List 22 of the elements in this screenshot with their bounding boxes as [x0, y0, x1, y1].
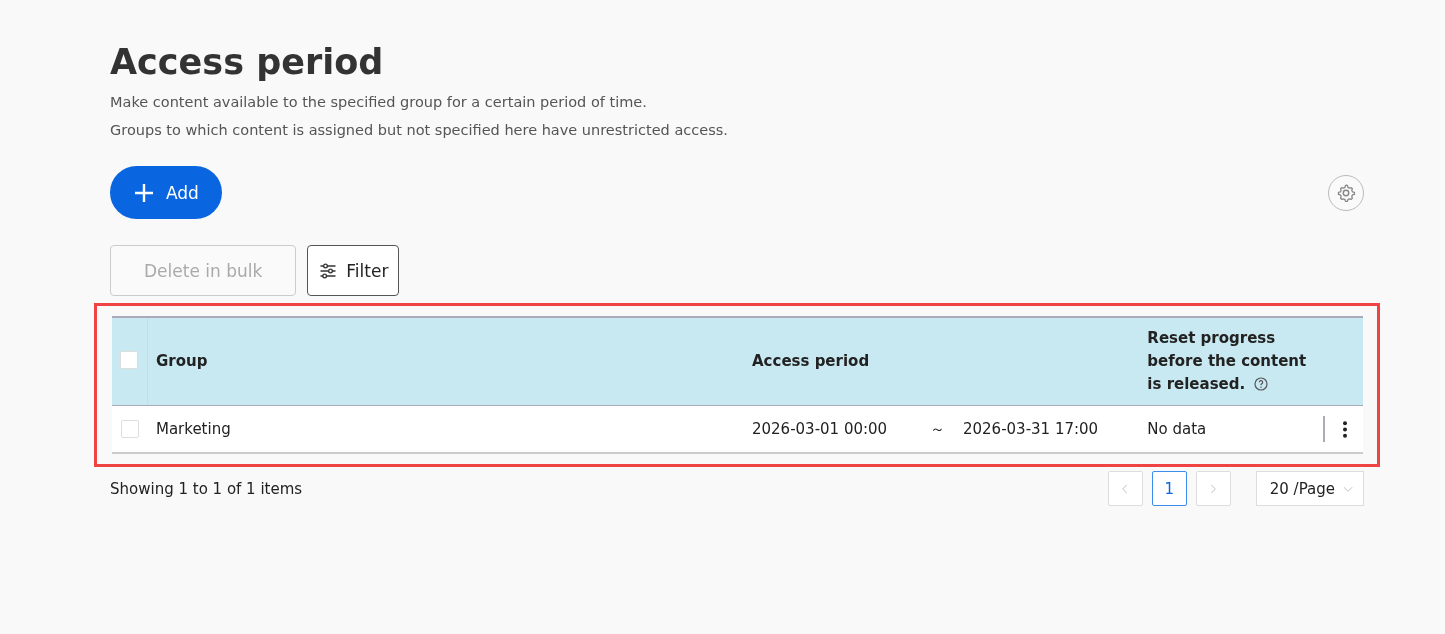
page-title: Access period — [110, 41, 385, 84]
table-cell: 2026-03-31 17:00 — [963, 420, 1099, 438]
description-text: Make content available to the specified group for a certain period of time. — [110, 93, 648, 111]
table-cell-text: 2026-03-01 00:00 — [752, 420, 889, 438]
previous-page-button[interactable] — [1107, 471, 1143, 506]
column-header: Group — [155, 351, 208, 372]
select-all-checkbox[interactable] — [120, 351, 139, 369]
summary-text: Showing 1 to 1 of 1 items — [110, 479, 303, 498]
filter-button[interactable]: Filter — [307, 245, 400, 296]
table-cell: No data — [1147, 420, 1207, 438]
settings-button[interactable] — [1328, 174, 1364, 211]
column-header: Reset progress before the content is released. — [1147, 328, 1308, 395]
table-cell: Marketing — [155, 420, 231, 438]
tilde-text: ～ — [930, 419, 946, 439]
next-page-button[interactable] — [1195, 471, 1231, 506]
page-button[interactable]: 1 — [1151, 471, 1187, 506]
row-checkbox[interactable] — [120, 420, 139, 438]
column-header: Access period — [752, 351, 870, 372]
more-icon — [1343, 420, 1347, 438]
page-size-dropdown[interactable]: 20 /Page — [1255, 471, 1364, 506]
description-text: Groups to which content is assigned but not specified here have unrestricted access. — [110, 121, 729, 139]
add-button[interactable]: Add — [110, 166, 222, 219]
